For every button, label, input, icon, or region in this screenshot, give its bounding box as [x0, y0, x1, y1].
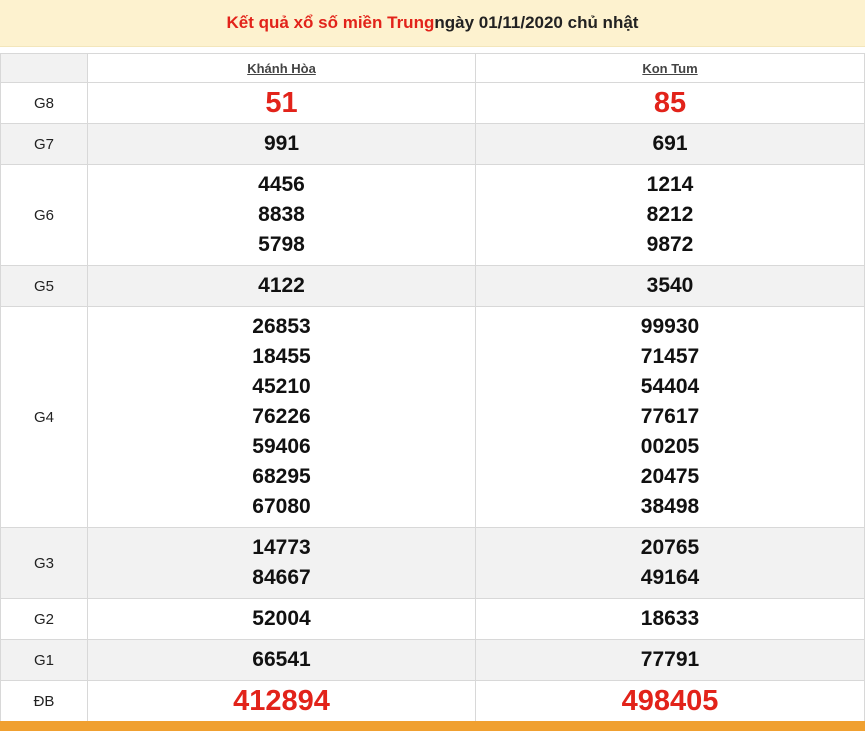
- prize-number: 76226: [252, 405, 311, 428]
- prize-row-g3: G3 14773 84667 20765 49164: [0, 527, 865, 599]
- prize-number: 18455: [252, 345, 311, 368]
- prize-label: G2: [0, 598, 88, 640]
- prize-label: ĐB: [0, 680, 88, 722]
- prize-number: 18633: [640, 607, 700, 630]
- province-header: Khánh Hòa: [87, 53, 476, 83]
- prize-row-g2: G2 52004 18633: [0, 598, 865, 640]
- prize-number: 49164: [640, 566, 700, 589]
- prize-cell: 20765 49164: [475, 527, 865, 599]
- prize-number: 5798: [258, 233, 305, 256]
- prize-number: 66541: [252, 648, 311, 671]
- prize-cell: 4456 8838 5798: [87, 164, 476, 266]
- title-date: ngày 01/11/2020 chủ nhật: [434, 13, 639, 32]
- prize-number: 691: [652, 132, 688, 155]
- prize-row-g5: G5 4122 3540: [0, 265, 865, 307]
- prize-cell: 77791: [475, 639, 865, 681]
- prize-number: 54404: [640, 375, 700, 398]
- prize-cell: 4122: [87, 265, 476, 307]
- prize-number: 67080: [252, 495, 311, 518]
- province-header: Kon Tum: [475, 53, 865, 83]
- prize-number: 8838: [258, 203, 305, 226]
- prize-number: 26853: [252, 315, 311, 338]
- prize-number: 71457: [640, 345, 700, 368]
- prize-number: 4456: [258, 173, 305, 196]
- prize-number: 85: [653, 87, 687, 119]
- province-link-khanh-hoa[interactable]: Khánh Hòa: [247, 61, 316, 76]
- prize-cell: 498405: [475, 680, 865, 722]
- prize-cell: 66541: [87, 639, 476, 681]
- table-header-row: Khánh Hòa Kon Tum: [0, 53, 865, 83]
- prize-cell: 52004: [87, 598, 476, 640]
- prize-number: 77617: [640, 405, 700, 428]
- prize-row-g7: G7 991 691: [0, 123, 865, 165]
- prize-cell: 1214 8212 9872: [475, 164, 865, 266]
- prize-row-g6: G6 4456 8838 5798 1214 8212 9872: [0, 164, 865, 266]
- prize-number: 45210: [252, 375, 311, 398]
- prize-number: 77791: [640, 648, 700, 671]
- prize-cell: 85: [475, 82, 865, 124]
- prize-row-g8: G8 51 85: [0, 82, 865, 124]
- prize-number: 991: [263, 132, 300, 155]
- prize-cell: 99930 71457 54404 77617 00205 20475 3849…: [475, 306, 865, 528]
- prize-number: 8212: [646, 203, 694, 226]
- prize-number: 99930: [640, 315, 700, 338]
- header-empty-cell: [0, 53, 88, 83]
- prize-label: G7: [0, 123, 88, 165]
- prize-row-g4: G4 26853 18455 45210 76226 59406 68295 6…: [0, 306, 865, 528]
- title-region: Kết quả xổ số miền Trung: [226, 13, 435, 32]
- prize-number: 4122: [258, 274, 305, 297]
- prize-row-special: ĐB 412894 498405: [0, 680, 865, 722]
- prize-number: 59406: [252, 435, 311, 458]
- prize-number: 52004: [252, 607, 311, 630]
- prize-label: G6: [0, 164, 88, 266]
- prize-number: 68295: [252, 465, 311, 488]
- prize-cell: 412894: [87, 680, 476, 722]
- prize-cell: 14773 84667: [87, 527, 476, 599]
- prize-label: G5: [0, 265, 88, 307]
- prize-number: 00205: [640, 435, 700, 458]
- prize-cell: 51: [87, 82, 476, 124]
- prize-number: 84667: [252, 566, 311, 589]
- prize-number: 38498: [640, 495, 700, 518]
- prize-label: G4: [0, 306, 88, 528]
- prize-number: 3540: [646, 274, 694, 297]
- province-link-kon-tum[interactable]: Kon Tum: [642, 61, 697, 76]
- prize-number: 1214: [646, 173, 694, 196]
- bottom-toolbar-strip: [0, 721, 865, 731]
- prize-row-g1: G1 66541 77791: [0, 639, 865, 681]
- special-prize-number: 412894: [233, 685, 330, 717]
- special-prize-number: 498405: [621, 685, 719, 717]
- results-title: Kết quả xổ số miền Trung ngày 01/11/2020…: [0, 0, 865, 47]
- prize-cell: 18633: [475, 598, 865, 640]
- prize-number: 14773: [252, 536, 311, 559]
- prize-label: G1: [0, 639, 88, 681]
- prize-cell: 991: [87, 123, 476, 165]
- prize-number: 51: [265, 87, 298, 119]
- results-table: Khánh Hòa Kon Tum G8 51 85 G7 991 691 G6…: [0, 53, 865, 722]
- prize-cell: 691: [475, 123, 865, 165]
- prize-number: 20475: [640, 465, 700, 488]
- prize-label: G8: [0, 82, 88, 124]
- prize-cell: 3540: [475, 265, 865, 307]
- prize-number: 9872: [646, 233, 694, 256]
- prize-number: 20765: [640, 536, 700, 559]
- prize-cell: 26853 18455 45210 76226 59406 68295 6708…: [87, 306, 476, 528]
- prize-label: G3: [0, 527, 88, 599]
